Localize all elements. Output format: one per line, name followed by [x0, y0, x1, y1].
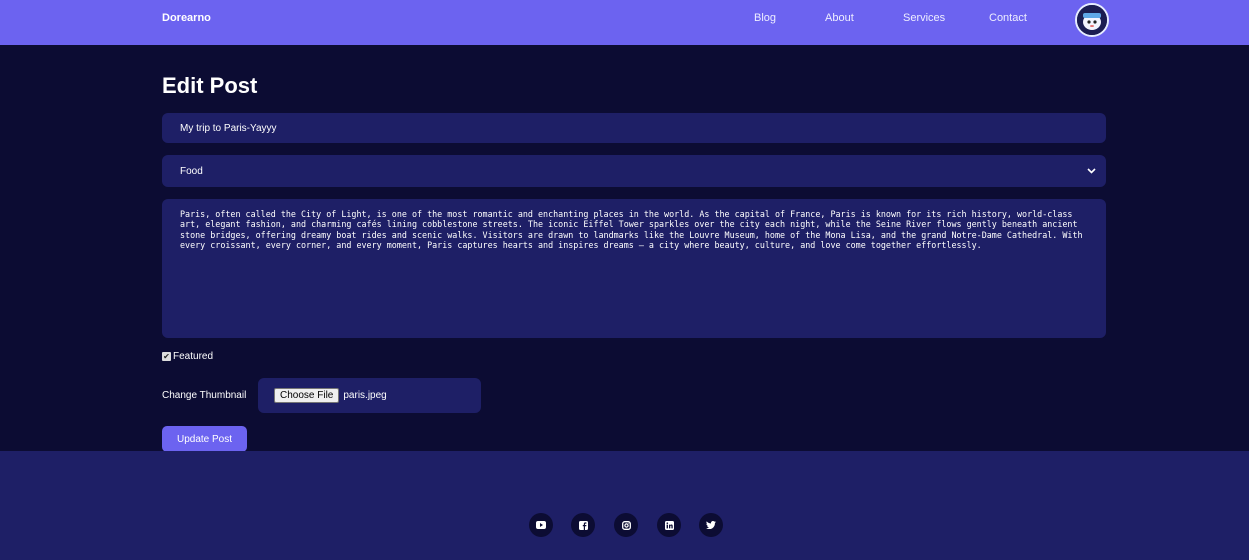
category-select[interactable]: Food: [162, 155, 1106, 187]
youtube-icon[interactable]: [529, 513, 553, 537]
featured-checkbox[interactable]: ✔: [162, 352, 171, 361]
nav-link-about[interactable]: About: [825, 12, 854, 24]
linkedin-icon[interactable]: [657, 513, 681, 537]
twitter-icon[interactable]: [699, 513, 723, 537]
featured-label: Featured: [173, 351, 214, 362]
page-title: Edit Post: [162, 73, 258, 98]
brand-logo[interactable]: Dorearno: [162, 12, 211, 24]
post-title-input[interactable]: [162, 113, 1106, 143]
featured-checkbox-row[interactable]: ✔ Featured: [162, 351, 213, 362]
category-select-value: Food: [180, 165, 203, 177]
nav-link-contact[interactable]: Contact: [989, 12, 1027, 24]
post-body-textarea[interactable]: Paris, often called the City of Light, i…: [162, 199, 1106, 338]
selected-file-name: paris.jpeg: [343, 390, 387, 401]
update-post-button[interactable]: Update Post: [162, 426, 247, 452]
thumbnail-file-input[interactable]: Choose File paris.jpeg: [258, 378, 481, 413]
thumbnail-label: Change Thumbnail: [162, 390, 247, 401]
avatar-icon: [1077, 5, 1107, 35]
avatar[interactable]: [1075, 3, 1109, 37]
nav-link-blog[interactable]: Blog: [754, 12, 776, 24]
facebook-icon[interactable]: [571, 513, 595, 537]
choose-file-button[interactable]: Choose File: [274, 388, 340, 403]
instagram-icon[interactable]: [614, 513, 638, 537]
navbar: Dorearno Blog About Services Contact: [0, 0, 1249, 45]
nav-link-services[interactable]: Services: [903, 12, 945, 24]
chevron-down-icon: [1087, 166, 1096, 177]
footer: [0, 451, 1249, 560]
